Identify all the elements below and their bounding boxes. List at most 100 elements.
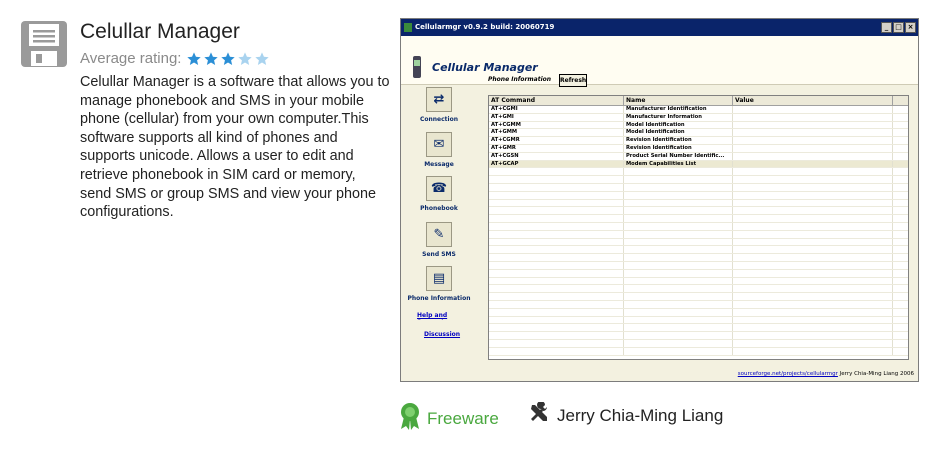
- table-row[interactable]: AT+CGMM Model Identification: [489, 121, 908, 130]
- table-cell: Modem Capabilities List: [624, 160, 733, 168]
- table-row[interactable]: [489, 176, 908, 184]
- table-row[interactable]: [489, 324, 908, 333]
- table-cell: Manufacturer Identification: [624, 106, 733, 113]
- minimize-button[interactable]: _: [881, 22, 892, 33]
- table-cell: Manufacturer Information: [624, 113, 733, 121]
- author-name[interactable]: Jerry Chia-Ming Liang: [557, 406, 723, 426]
- table-row[interactable]: [489, 339, 908, 348]
- rating-label: Average rating:: [80, 50, 182, 67]
- column-header[interactable]: AT Command: [489, 96, 624, 105]
- nav-label: Phonebook: [420, 205, 458, 212]
- star-icon: [204, 51, 219, 65]
- table-cell: [489, 183, 624, 191]
- table-row[interactable]: [489, 332, 908, 340]
- table-row[interactable]: [489, 168, 908, 177]
- table-cell: [733, 176, 893, 183]
- table-cell: [489, 176, 624, 183]
- help-support-link[interactable]: Help and Support: [417, 312, 457, 320]
- nav-label: Phone Information: [407, 295, 471, 302]
- table-row[interactable]: [489, 230, 908, 239]
- table-cell: [489, 191, 624, 199]
- table-row[interactable]: AT+CGSN Product Serial Number Identific..…: [489, 152, 908, 161]
- table-row[interactable]: [489, 308, 908, 317]
- table-cell: [624, 183, 733, 191]
- table-cell: [624, 300, 733, 308]
- table-row[interactable]: [489, 300, 908, 309]
- table-cell: [624, 207, 733, 215]
- sourceforge-link[interactable]: sourceforge.net/projects/cellularmgr: [738, 371, 838, 377]
- table-cell: AT+CGSN: [489, 152, 624, 160]
- app-screenshot: Cellularmgr v0.9.2 build: 20060719 _ □ ×…: [400, 18, 919, 382]
- table-row[interactable]: [489, 207, 908, 216]
- table-cell: [489, 293, 624, 300]
- table-cell: [733, 285, 893, 293]
- table-row[interactable]: AT+CGMR Revision Identification: [489, 137, 908, 145]
- table-row[interactable]: AT+GCAP Modem Capabilities List: [489, 160, 908, 169]
- table-cell: [733, 339, 893, 347]
- table-cell: [733, 199, 893, 207]
- table-row[interactable]: [489, 246, 908, 255]
- table-row[interactable]: [489, 316, 908, 325]
- table-row[interactable]: [489, 222, 908, 231]
- table-cell: AT+GMM: [489, 129, 624, 137]
- table-cell: [624, 246, 733, 254]
- table-cell: [733, 277, 893, 285]
- nav-send-sms[interactable]: ✎ Send SMS: [401, 222, 477, 258]
- table-row[interactable]: [489, 238, 908, 247]
- table-cell: [624, 332, 733, 339]
- table-cell: [489, 285, 624, 293]
- star-icon: [255, 51, 270, 65]
- table-cell: [489, 222, 624, 230]
- table-row[interactable]: AT+GMI Manufacturer Information: [489, 113, 908, 122]
- window-controls: _ □ ×: [880, 22, 916, 33]
- maximize-button[interactable]: □: [893, 22, 904, 33]
- send-sms-icon: ✎: [426, 222, 452, 247]
- status-bar: sourceforge.net/projects/cellularmgr Jer…: [738, 371, 914, 377]
- license-label[interactable]: Freeware: [427, 409, 499, 429]
- table-cell: [733, 113, 893, 121]
- nav-message[interactable]: ✉ Message: [401, 132, 477, 168]
- discussion-link[interactable]: Discussion: [424, 331, 460, 338]
- table-row[interactable]: [489, 215, 908, 223]
- table-row[interactable]: [489, 277, 908, 286]
- nav-connection[interactable]: ⇄ Connection: [401, 87, 477, 123]
- table-row[interactable]: [489, 183, 908, 192]
- table-cell: [624, 215, 733, 222]
- table-cell: [624, 222, 733, 230]
- table-cell: [489, 308, 624, 316]
- table-cell: [489, 347, 624, 355]
- table-row[interactable]: [489, 261, 908, 270]
- app-description: Celullar Manager is a software that allo…: [80, 74, 390, 221]
- table-row[interactable]: [489, 191, 908, 200]
- table-row[interactable]: [489, 285, 908, 294]
- table-row[interactable]: [489, 293, 908, 301]
- close-button[interactable]: ×: [905, 22, 916, 33]
- column-header[interactable]: Name: [624, 96, 733, 105]
- table-cell: [489, 199, 624, 207]
- table-row[interactable]: AT+GMM Model Identification: [489, 129, 908, 138]
- nav-phone-information[interactable]: ▤ Phone Information: [401, 266, 477, 302]
- refresh-button[interactable]: Refresh: [559, 74, 587, 87]
- table-row[interactable]: AT+GMR Revision Identification: [489, 144, 908, 153]
- table-row[interactable]: [489, 269, 908, 278]
- table-cell: [489, 246, 624, 254]
- table-cell: [733, 222, 893, 230]
- table-cell: [733, 316, 893, 324]
- table-cell: [624, 308, 733, 316]
- nav-phonebook[interactable]: ☎ Phonebook: [401, 176, 477, 212]
- table-row[interactable]: [489, 254, 908, 262]
- table-row[interactable]: [489, 199, 908, 208]
- table-row[interactable]: AT+CGMI Manufacturer Identification: [489, 106, 908, 114]
- rating-stars: [186, 51, 271, 67]
- phonebook-icon: ☎: [426, 176, 452, 201]
- table-cell: [624, 230, 733, 238]
- table-cell: [733, 152, 893, 160]
- table-cell: Revision Identification: [624, 144, 733, 152]
- author-info: Jerry Chia-Ming Liang: [528, 401, 723, 429]
- table-row[interactable]: [489, 347, 908, 356]
- table-cell: [733, 254, 893, 261]
- table-cell: [733, 168, 893, 176]
- table-cell: [624, 176, 733, 183]
- column-header[interactable]: Value: [733, 96, 893, 105]
- window-title: Cellularmgr v0.9.2 build: 20060719: [415, 23, 555, 31]
